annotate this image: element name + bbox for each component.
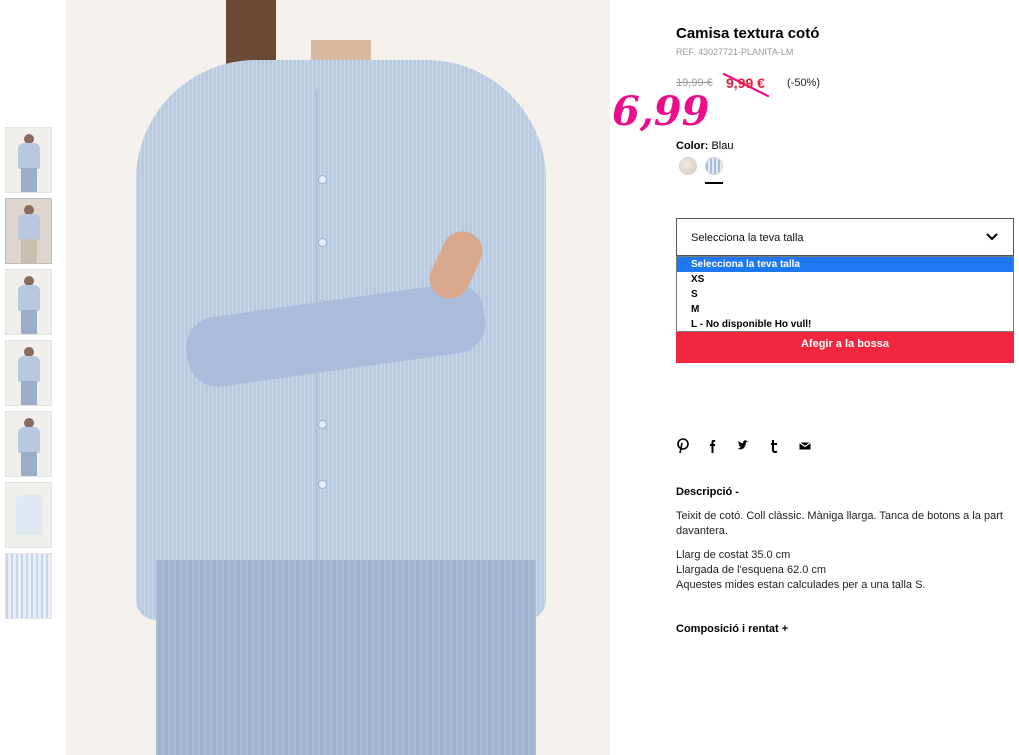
thumbnail-3[interactable] <box>5 269 52 335</box>
composition-toggle[interactable]: Composició i rentat + <box>676 623 788 635</box>
size-option[interactable]: L - No disponible Ho vull! <box>677 317 1013 332</box>
color-swatch-beige[interactable] <box>679 157 697 175</box>
sale-price: 9,99 € <box>726 75 765 91</box>
thumbnail-7[interactable] <box>5 553 52 619</box>
mail-icon[interactable] <box>798 438 812 454</box>
thumbnail-1[interactable] <box>5 127 52 193</box>
old-price: 19,99 € <box>676 77 713 89</box>
color-swatch-blue[interactable] <box>705 157 723 175</box>
size-select[interactable]: Selecciona la teva talla <box>676 218 1014 256</box>
selected-swatch-indicator <box>705 182 723 184</box>
chevron-down-icon <box>986 233 998 241</box>
product-ref: REF. 43027721-PLANITA-LM <box>676 47 794 57</box>
handwritten-new-price: 6,99 <box>612 88 710 135</box>
color-label-key: Color: <box>676 140 709 152</box>
color-label: Color: Blau <box>676 140 733 152</box>
description-text: Teixit de cotó. Coll clàssic. Màniga lla… <box>676 510 1003 537</box>
description-measure-2: Llargada de l'esquena 62.0 cm <box>676 564 827 576</box>
description-measure-note: Aquestes mides estan calculades per a un… <box>676 579 926 591</box>
main-product-image[interactable] <box>66 0 610 755</box>
color-value: Blau <box>708 140 734 152</box>
thumbnail-5[interactable] <box>5 411 52 477</box>
thumbnail-4[interactable] <box>5 340 52 406</box>
size-select-label: Selecciona la teva talla <box>691 232 804 244</box>
thumbnail-strip <box>5 127 53 624</box>
tumblr-icon[interactable] <box>767 438 781 454</box>
size-option[interactable]: Selecciona la teva talla <box>677 257 1013 272</box>
size-option[interactable]: XS <box>677 272 1013 287</box>
facebook-icon[interactable] <box>706 438 720 454</box>
size-option[interactable]: S <box>677 287 1013 302</box>
description-measure-1: Llarg de costat 35.0 cm <box>676 549 791 561</box>
social-share <box>676 438 824 454</box>
size-dropdown-list: Selecciona la teva talla XS S M L - No d… <box>676 256 1014 332</box>
thumbnail-6[interactable] <box>5 482 52 548</box>
product-title: Camisa textura cotó <box>676 25 820 42</box>
description-toggle[interactable]: Descripció - <box>676 486 739 498</box>
thumbnail-2[interactable] <box>5 198 52 264</box>
size-option[interactable]: M <box>677 302 1013 317</box>
discount-badge: (-50%) <box>787 77 821 89</box>
twitter-icon[interactable] <box>737 438 751 454</box>
price-row: 19,99 € 9,99 € (-50%) <box>676 75 876 93</box>
pinterest-icon[interactable] <box>676 438 690 454</box>
